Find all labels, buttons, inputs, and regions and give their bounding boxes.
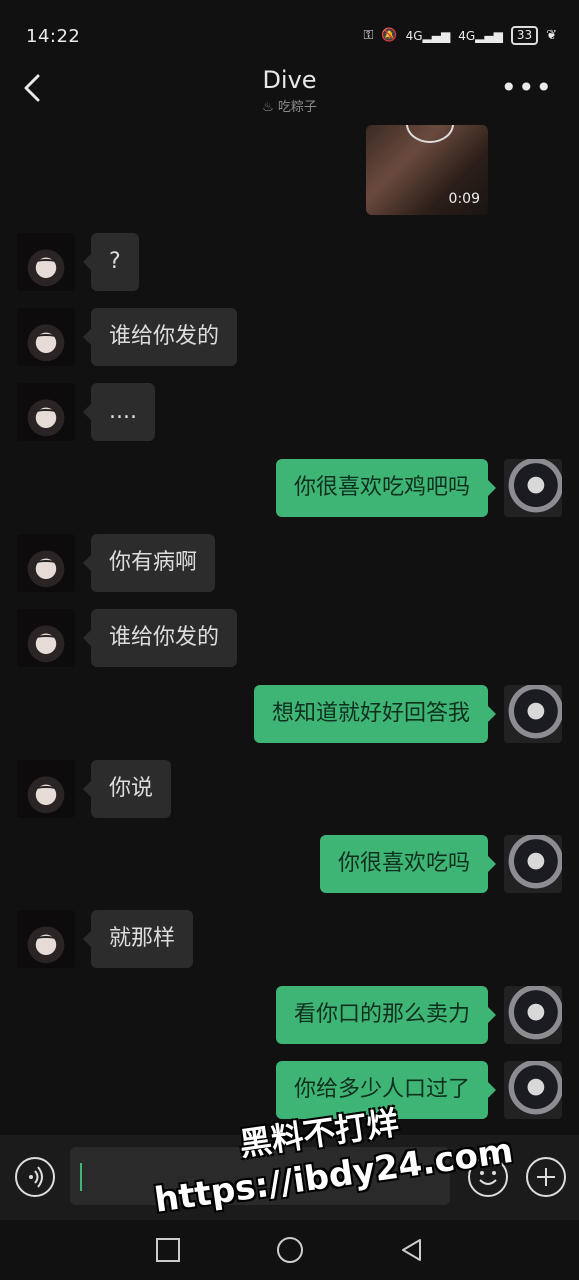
battery-icon: 33 [510, 26, 539, 45]
message-bubble-outgoing[interactable]: 你很喜欢吃鸡吧吗 [275, 459, 497, 517]
plus-icon[interactable] [526, 1157, 566, 1197]
signal-2-icon: 4G▂▄▆ [458, 28, 503, 43]
status-time: 14:22 [26, 26, 81, 47]
mute-bell-icon: 🔕 [381, 28, 398, 43]
message-bubble-incoming[interactable]: .... [83, 383, 155, 441]
signal-1-icon: 4G▂▄▆ [405, 28, 451, 43]
message-bubble-incoming[interactable]: 你有病啊 [82, 534, 216, 592]
contact-avatar[interactable] [17, 760, 75, 818]
message-bubble-outgoing[interactable]: 看你口的那么卖力 [275, 986, 497, 1044]
contact-avatar[interactable] [17, 910, 75, 968]
system-nav-bar [0, 1220, 579, 1280]
home-icon[interactable] [277, 1237, 303, 1263]
message-list[interactable]: 0:09 ? 谁给你发的 .... 你很喜欢吃鸡吧吗 你有病啊 谁给你发的 想知… [0, 120, 579, 1135]
contact-avatar[interactable] [17, 233, 75, 291]
contact-avatar[interactable] [17, 609, 75, 667]
video-message[interactable]: 0:09 [366, 125, 488, 215]
contact-avatar[interactable] [17, 534, 75, 592]
video-duration: 0:09 [448, 191, 480, 207]
own-avatar[interactable] [504, 835, 562, 893]
nav-back-icon[interactable] [400, 1238, 424, 1262]
message-bubble-incoming[interactable]: 谁给你发的 [82, 609, 238, 667]
chat-subtitle: ♨ 吃粽子 [262, 100, 317, 115]
leaf-icon: ❦ [546, 28, 557, 43]
chat-header: Dive ♨ 吃粽子 ••• [0, 56, 579, 120]
more-options-icon[interactable]: ••• [500, 74, 553, 102]
voice-input-icon[interactable] [15, 1157, 55, 1197]
key-icon: ⚿ [363, 28, 374, 43]
message-bubble-incoming[interactable]: 你说 [82, 760, 172, 818]
message-bubble-incoming[interactable]: 谁给你发的 [82, 308, 238, 366]
own-avatar[interactable] [504, 986, 562, 1044]
contact-avatar[interactable] [17, 383, 75, 441]
own-avatar[interactable] [504, 459, 562, 517]
own-avatar[interactable] [504, 685, 562, 743]
message-bubble-outgoing[interactable]: 想知道就好好回答我 [253, 685, 497, 743]
status-icons: ⚿ 🔕 4G▂▄▆ 4G▂▄▆ 33 ❦ [363, 26, 557, 45]
recent-apps-icon[interactable] [156, 1238, 180, 1262]
message-bubble-incoming[interactable]: ? [83, 233, 139, 291]
message-bubble-outgoing[interactable]: 你很喜欢吃吗 [319, 835, 497, 893]
play-icon [406, 125, 454, 143]
chat-title: Dive [262, 66, 317, 94]
own-avatar[interactable] [504, 1061, 562, 1119]
text-cursor [80, 1163, 82, 1191]
message-bubble-incoming[interactable]: 就那样 [82, 910, 194, 968]
contact-avatar[interactable] [17, 308, 75, 366]
